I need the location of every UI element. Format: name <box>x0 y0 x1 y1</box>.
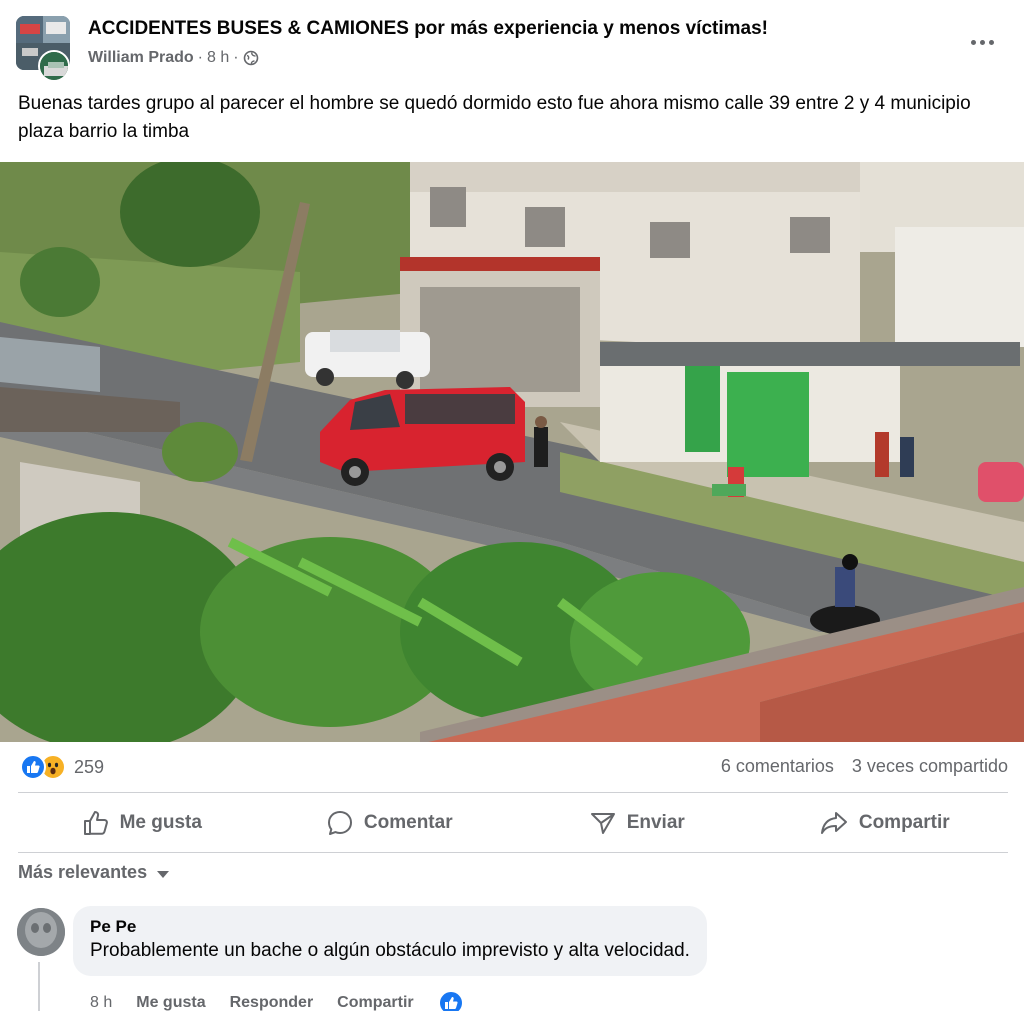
accident-scene-illustration <box>0 162 1024 742</box>
dot-icon <box>979 39 985 45</box>
author-avatar[interactable] <box>38 50 70 82</box>
meta-separator: · <box>197 49 203 66</box>
comments-sort-dropdown[interactable]: Más relevantes <box>18 862 170 883</box>
like-button[interactable]: Me gusta <box>18 796 266 850</box>
comment-like-button[interactable]: Me gusta <box>136 994 205 1011</box>
reaction-count: 259 <box>74 756 105 777</box>
like-button-label: Me gusta <box>119 812 202 833</box>
comments-sort-label: Más relevantes <box>18 862 148 882</box>
comment-time-link[interactable]: 8 h <box>90 994 112 1011</box>
post-photo[interactable] <box>0 162 1024 742</box>
dot-icon <box>988 39 994 45</box>
meta-separator: · <box>233 49 239 66</box>
globe-icon[interactable] <box>243 50 259 66</box>
post-stats: 259 6 comentarios 3 veces compartido <box>0 748 1024 788</box>
post-text: Buenas tardes grupo al parecer el hombre… <box>18 93 971 142</box>
send-button-label: Enviar <box>626 812 685 833</box>
comment-actions: 8 h Me gusta Responder Compartir <box>90 990 464 1011</box>
comments-count-link[interactable]: 6 comentarios <box>721 756 834 777</box>
more-options-button[interactable] <box>962 30 1002 54</box>
divider <box>18 792 1008 793</box>
send-button[interactable]: Enviar <box>513 796 761 850</box>
comment-bubble: Pe Pe Probablemente un bache o algún obs… <box>73 906 707 976</box>
post-actions: Me gusta Comentar Enviar Compartir <box>18 796 1008 850</box>
like-reaction-icon <box>20 754 46 780</box>
share-button-label: Compartir <box>858 812 950 833</box>
author-name-link[interactable]: William Prado <box>88 49 194 67</box>
group-avatar[interactable] <box>16 16 72 82</box>
comment-reply-button[interactable]: Responder <box>230 994 314 1011</box>
reactions-summary[interactable]: 259 <box>20 754 104 780</box>
comment-text: Probablemente un bache o algún obstáculo… <box>90 940 690 961</box>
send-icon <box>590 813 615 834</box>
comment-bubble-icon <box>327 811 352 835</box>
commenter-name-link[interactable]: Pe Pe <box>90 916 690 938</box>
thumbs-up-icon <box>83 811 108 835</box>
share-button[interactable]: Compartir <box>761 796 1009 850</box>
caret-down-icon <box>157 870 170 878</box>
comment-share-button[interactable]: Compartir <box>337 994 413 1011</box>
comment-button[interactable]: Comentar <box>266 796 514 850</box>
group-name-link[interactable]: ACCIDENTES BUSES & CAMIONES por más expe… <box>88 18 768 40</box>
post-time-link[interactable]: 8 h <box>207 49 229 67</box>
comment-button-label: Comentar <box>363 812 453 833</box>
share-arrow-icon <box>820 812 847 834</box>
divider <box>18 852 1008 853</box>
dot-icon <box>970 39 976 45</box>
shares-count-link[interactable]: 3 veces compartido <box>852 756 1008 777</box>
thread-line <box>38 962 40 1011</box>
comment-like-reaction-icon[interactable] <box>437 990 464 1011</box>
post-meta: William Prado · 8 h · <box>88 49 259 67</box>
commenter-avatar[interactable] <box>17 908 65 956</box>
post-header: ACCIDENTES BUSES & CAMIONES por más expe… <box>0 0 1024 82</box>
